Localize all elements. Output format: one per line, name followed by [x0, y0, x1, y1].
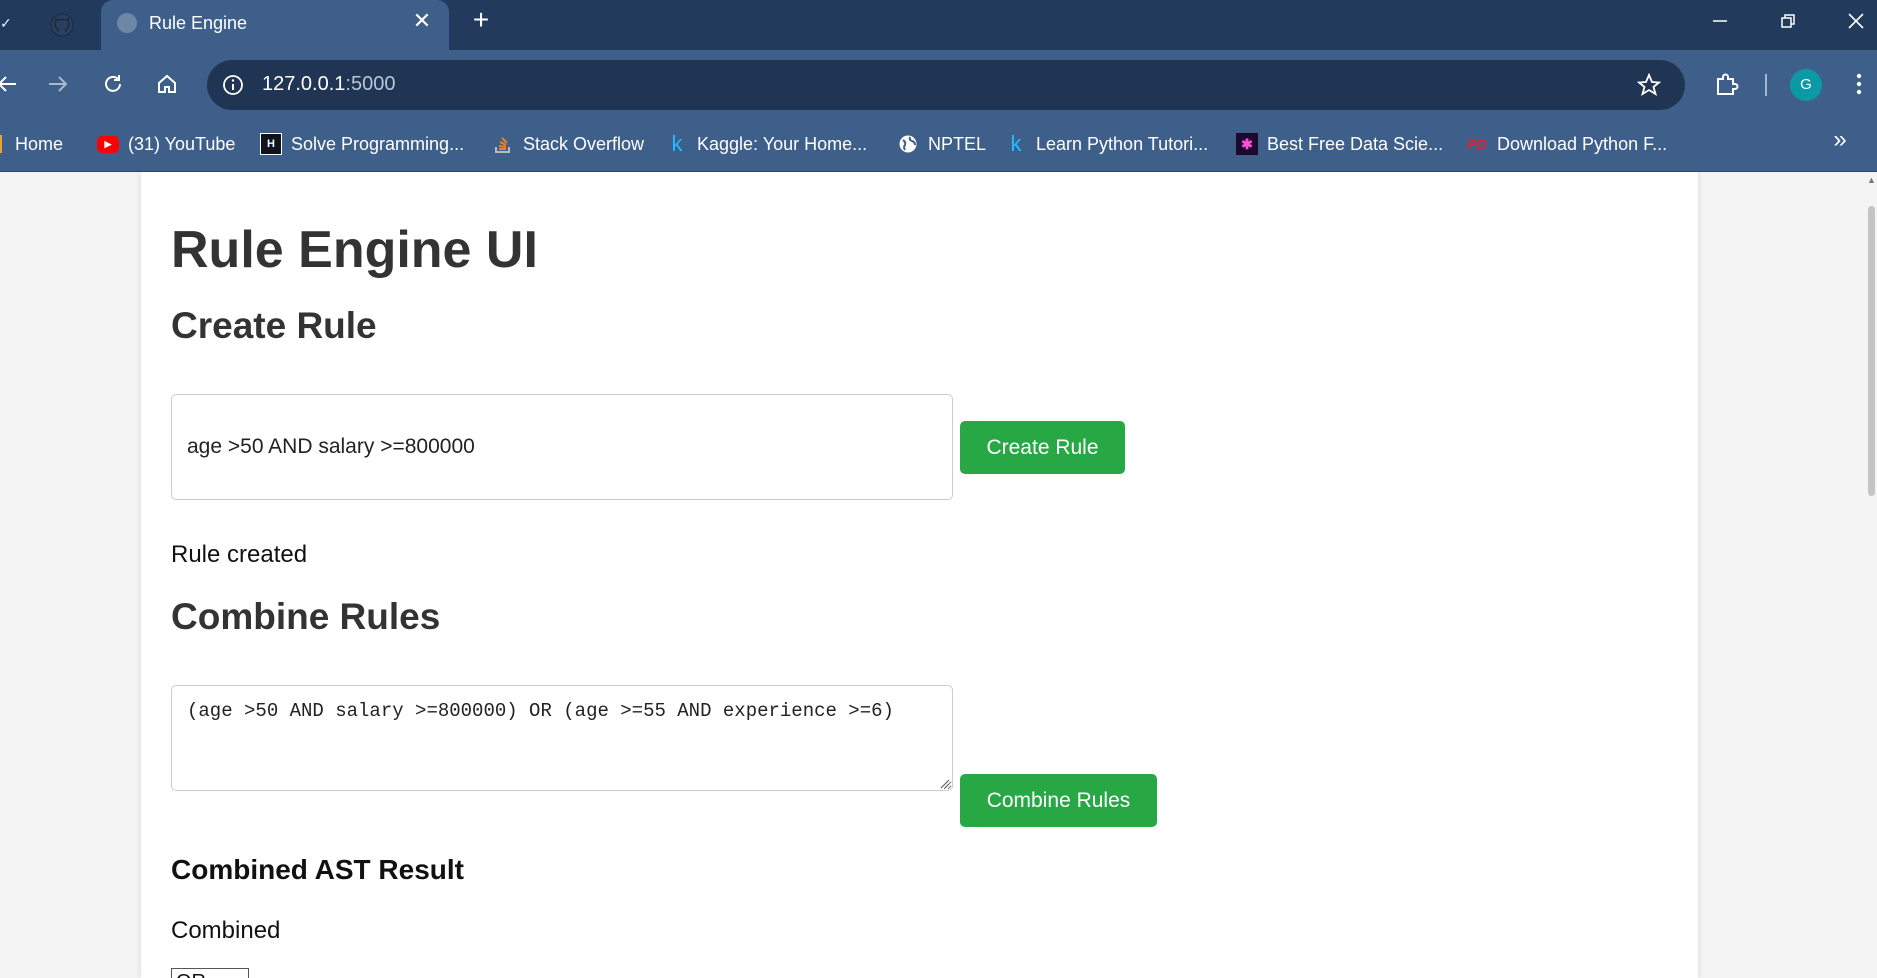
bookmark-star-icon[interactable]	[1635, 71, 1663, 99]
bookmarks-bar: Home ▶ (31) YouTube H Solve Programming.…	[0, 119, 1877, 172]
minimize-icon	[1713, 20, 1727, 22]
bookmark-home[interactable]: Home	[0, 128, 63, 160]
kaggle-icon: k	[671, 131, 683, 156]
bookmark-label: Learn Python Tutori...	[1036, 133, 1209, 154]
bookmark-kaggle[interactable]: k Kaggle: Your Home...	[666, 128, 868, 160]
reload-button[interactable]	[96, 67, 130, 101]
globe-icon	[117, 13, 137, 33]
stackoverflow-icon	[492, 133, 514, 155]
close-tab-icon[interactable]: ✕	[409, 8, 435, 34]
github-icon	[50, 13, 74, 37]
restore-icon	[1781, 14, 1795, 28]
toolbar-divider	[1765, 74, 1767, 96]
bookmark-python-pdf[interactable]: PD Download Python F...	[1466, 128, 1667, 160]
rule-input[interactable]	[171, 394, 953, 500]
youtube-icon: ▶	[97, 135, 119, 153]
home-button[interactable]	[150, 67, 184, 101]
combined-status: Combined	[171, 917, 281, 944]
bookmark-youtube[interactable]: ▶ (31) YouTube	[97, 128, 235, 160]
bookmark-label: Solve Programming...	[291, 133, 465, 154]
bookmark-label: Home	[15, 133, 64, 154]
bookmark-hackerrank[interactable]: H Solve Programming...	[260, 128, 464, 160]
tab-title: Rule Engine	[149, 13, 248, 33]
datascience-icon: ✱	[1236, 133, 1258, 155]
site-info-icon[interactable]	[220, 72, 246, 98]
ast-root-node: OR	[171, 968, 249, 978]
extensions-button[interactable]	[1710, 67, 1744, 101]
page-scrollbar[interactable]: ▲	[1866, 172, 1877, 978]
kaggle-icon: k	[1010, 131, 1022, 156]
hackerrank-icon: H	[260, 133, 282, 155]
bookmark-nptel[interactable]: NPTEL	[897, 128, 986, 160]
page-viewport: Rule Engine UI Create Rule Create Rule R…	[0, 172, 1877, 978]
bookmark-data-science[interactable]: ✱ Best Free Data Scie...	[1236, 128, 1443, 160]
create-rule-button[interactable]: Create Rule	[960, 421, 1125, 474]
combine-rules-textarea[interactable]: (age >50 AND salary >=800000) OR (age >=…	[171, 685, 953, 791]
browser-menu-button[interactable]	[1848, 67, 1870, 101]
resize-grip-icon[interactable]	[938, 777, 950, 789]
url-host: 127.0.0.1	[262, 73, 346, 95]
profile-avatar[interactable]: G	[1790, 69, 1822, 101]
tab-rule-engine[interactable]: Rule Engine ✕	[101, 0, 449, 50]
bookmarks-overflow-chevron-icon[interactable]: »	[1825, 125, 1855, 155]
combine-rules-button[interactable]: Combine Rules	[960, 774, 1157, 827]
bookmark-icon	[0, 133, 6, 155]
url-text[interactable]: 127.0.0.1:5000	[262, 73, 395, 96]
arrow-left-icon	[0, 76, 16, 92]
pinned-tab-github[interactable]	[40, 8, 84, 42]
arrow-right-icon	[49, 76, 68, 92]
bookmark-label: Kaggle: Your Home...	[697, 133, 868, 154]
new-tab-button[interactable]: +	[466, 6, 496, 36]
bookmark-stackoverflow[interactable]: Stack Overflow	[492, 128, 644, 160]
create-rule-heading: Create Rule	[171, 305, 377, 346]
bookmark-label: Stack Overflow	[523, 133, 645, 154]
bookmark-label: Best Free Data Scie...	[1267, 133, 1444, 154]
browser-toolbar: 127.0.0.1:5000 G	[0, 50, 1877, 119]
bookmark-label: Download Python F...	[1497, 133, 1668, 154]
reload-icon	[105, 75, 121, 92]
combine-rules-heading: Combine Rules	[171, 596, 441, 637]
minimize-button[interactable]	[1700, 6, 1740, 36]
globe-icon	[897, 133, 919, 155]
bookmark-learn-python[interactable]: k Learn Python Tutori...	[1005, 128, 1209, 160]
restore-button[interactable]	[1768, 6, 1808, 36]
close-window-button[interactable]	[1836, 6, 1876, 36]
content-card: Rule Engine UI Create Rule Create Rule R…	[141, 172, 1698, 978]
url-port: :5000	[345, 73, 396, 95]
scrollbar-thumb[interactable]	[1868, 206, 1875, 496]
page-title: Rule Engine UI	[171, 221, 538, 279]
bookmark-label: NPTEL	[928, 133, 987, 154]
close-icon	[1848, 13, 1864, 29]
pdf-icon: PD	[1467, 136, 1487, 152]
scroll-up-icon[interactable]: ▲	[1867, 176, 1876, 185]
bookmark-label: (31) YouTube	[128, 133, 236, 154]
kebab-menu-icon	[1856, 73, 1862, 95]
combined-ast-heading: Combined AST Result	[171, 854, 464, 885]
back-button[interactable]	[0, 67, 24, 101]
tab-strip: ✓ Rule Engine ✕ +	[0, 0, 1877, 50]
forward-button[interactable]	[41, 67, 75, 101]
home-icon	[158, 74, 176, 93]
puzzle-icon	[1717, 73, 1739, 95]
address-bar[interactable]: 127.0.0.1:5000	[207, 60, 1685, 110]
create-status: Rule created	[171, 541, 308, 568]
tab-search-chevron-icon[interactable]: ✓	[0, 10, 22, 36]
